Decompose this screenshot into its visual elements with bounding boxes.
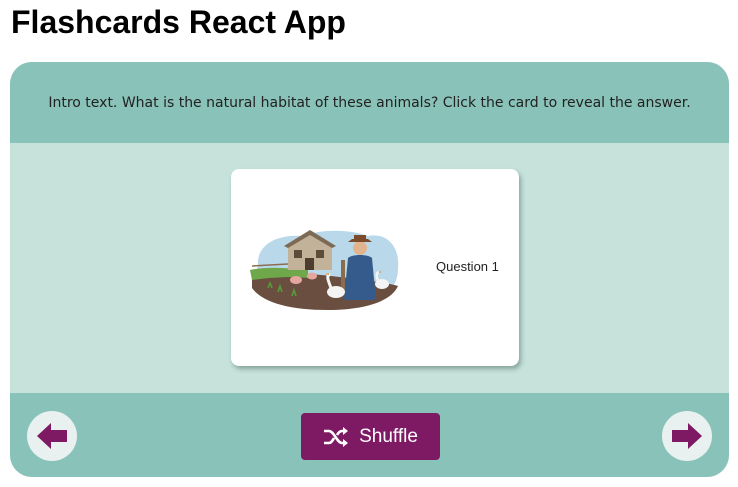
- shuffle-icon: [324, 426, 349, 447]
- prev-button[interactable]: [27, 411, 77, 461]
- controls-bar: Shuffle: [10, 393, 729, 477]
- flashcard-panel: Intro text. What is the natural habitat …: [10, 62, 729, 477]
- arrow-right-icon: [672, 423, 702, 449]
- intro-band: Intro text. What is the natural habitat …: [10, 62, 729, 143]
- next-button[interactable]: [662, 411, 712, 461]
- page-title: Flashcards React App: [11, 4, 346, 40]
- farm-illustration-icon: [250, 230, 399, 310]
- flashcard[interactable]: Question 1: [231, 169, 519, 366]
- shuffle-label: Shuffle: [359, 425, 418, 447]
- arrow-left-icon: [37, 423, 67, 449]
- card-label: Question 1: [436, 259, 499, 274]
- intro-text: Intro text. What is the natural habitat …: [48, 94, 691, 111]
- shuffle-button[interactable]: Shuffle: [301, 413, 440, 460]
